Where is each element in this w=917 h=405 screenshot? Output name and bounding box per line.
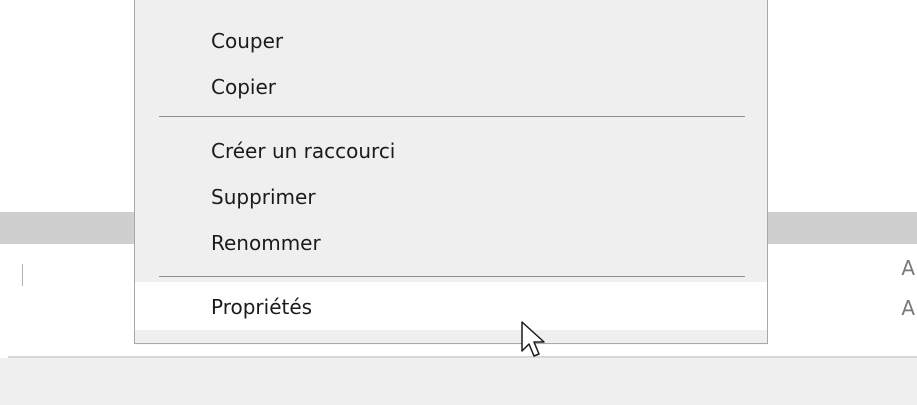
menu-item-rename-label: Renommer: [211, 231, 321, 255]
menu-item-create-shortcut-label: Créer un raccourci: [211, 139, 396, 163]
context-menu: Couper Copier Créer un raccourci Supprim…: [134, 0, 768, 344]
menu-item-properties[interactable]: Propriétés: [135, 282, 767, 330]
menu-item-create-shortcut[interactable]: Créer un raccourci: [135, 126, 767, 174]
mouse-pointer-icon: [521, 321, 545, 357]
background-right-text-bottom: A: [901, 296, 915, 320]
background-right-text-top: A: [901, 256, 915, 280]
menu-separator-bottom: [159, 276, 745, 277]
menu-separator-top: [159, 116, 745, 117]
menu-item-cut[interactable]: Couper: [135, 16, 767, 64]
menu-item-copy-label: Copier: [211, 75, 276, 99]
left-divider-tick: [22, 264, 23, 286]
menu-item-copy[interactable]: Copier: [135, 62, 767, 110]
menu-item-delete-label: Supprimer: [211, 185, 316, 209]
background-bottom-strip: [0, 358, 917, 405]
menu-item-properties-label: Propriétés: [211, 295, 313, 319]
menu-item-delete[interactable]: Supprimer: [135, 172, 767, 220]
menu-item-cut-label: Couper: [211, 29, 284, 53]
menu-item-rename[interactable]: Renommer: [135, 218, 767, 266]
